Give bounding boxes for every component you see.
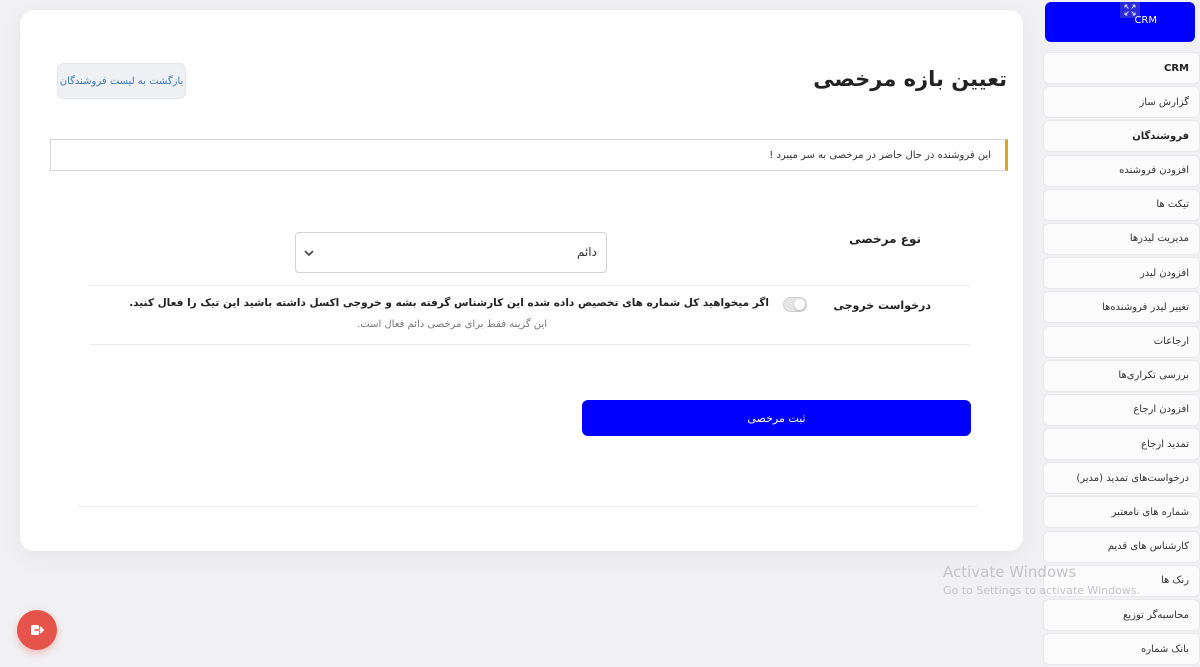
back-to-sellers-button[interactable]: بازگشت به لیست فروشندگان (57, 63, 186, 99)
logout-icon (31, 625, 44, 635)
sidebar: CRM CRM گزارش ساز فروشندگان افزودن فروشن… (1043, 0, 1200, 666)
form-divider (90, 285, 970, 286)
export-request-toggle[interactable] (783, 297, 807, 312)
export-toggle-text: اگر میخواهید کل شماره های تخصیص داده شده… (129, 297, 769, 309)
watermark-title: Activate Windows (943, 563, 1077, 581)
sidebar-item-manage-leaders[interactable]: مدیریت لیدرها (1043, 222, 1200, 255)
sidebar-item-add-seller[interactable]: افزودن فروشنده (1043, 154, 1200, 187)
sidebar-item-sellers[interactable]: فروشندگان (1043, 120, 1200, 153)
alert-text: این فروشنده در حال حاضر در مرخصی به سر م… (769, 149, 991, 161)
sidebar-item-change-seller-leader[interactable]: تغییر لیدر فروشنده‌ها (1043, 291, 1200, 324)
activate-windows-watermark: Activate Windows Go to Settings to activ… (943, 563, 1140, 597)
sidebar-item-add-referral[interactable]: افزودن ارجاع (1043, 393, 1200, 426)
sidebar-item-crm[interactable]: CRM (1043, 52, 1200, 84)
leave-type-select[interactable]: دائم (295, 232, 607, 273)
watermark-subtitle: Go to Settings to activate Windows. (943, 584, 1141, 597)
submit-leave-button[interactable]: ثبت مرخصی (582, 400, 971, 436)
logout-button[interactable] (17, 610, 57, 650)
sidebar-header-label: CRM (1134, 15, 1157, 26)
sidebar-header-crm[interactable]: CRM (1045, 2, 1195, 42)
sidebar-item-add-leader[interactable]: افزودن لیدر (1043, 257, 1200, 290)
leave-type-value: دائم (576, 245, 597, 259)
sidebar-item-report-builder[interactable]: گزارش ساز (1043, 86, 1200, 119)
chevron-down-icon (304, 250, 314, 256)
sidebar-item-old-experts[interactable]: کارشناس های قدیم (1043, 530, 1200, 563)
sidebar-item-number-bank[interactable]: بانک شماره (1043, 633, 1200, 666)
sidebar-item-check-duplicates[interactable]: بررسی تکراری‌ها (1043, 359, 1200, 392)
sidebar-item-tickets[interactable]: تیکت ها (1043, 188, 1200, 221)
footer-divider (78, 506, 978, 507)
page-title: تعیین بازه مرخصی (813, 67, 1007, 91)
sidebar-item-referrals[interactable]: ارجاعات (1043, 325, 1200, 358)
leave-type-label: نوع مرخصی (849, 232, 921, 246)
toggle-knob (794, 299, 805, 310)
export-note: این گزینه فقط برای مرخصی دائم فعال است. (357, 319, 547, 330)
main-card: تعیین بازه مرخصی بازگشت به لیست فروشندگا… (20, 10, 1023, 551)
sidebar-item-distribution-calculator[interactable]: محاسبه‌گر توزیع (1043, 599, 1200, 631)
sidebar-item-invalid-numbers[interactable]: شماره های نامعتبر (1043, 496, 1200, 529)
form-divider (90, 344, 970, 345)
sidebar-item-extend-referral[interactable]: تمدید ارجاع (1043, 428, 1200, 461)
sidebar-item-extension-requests[interactable]: درخواست‌های تمدید (مدیر) (1043, 462, 1200, 495)
leave-status-alert: این فروشنده در حال حاضر در مرخصی به سر م… (50, 139, 1008, 171)
export-request-label: درخواست خروجی (833, 299, 931, 312)
